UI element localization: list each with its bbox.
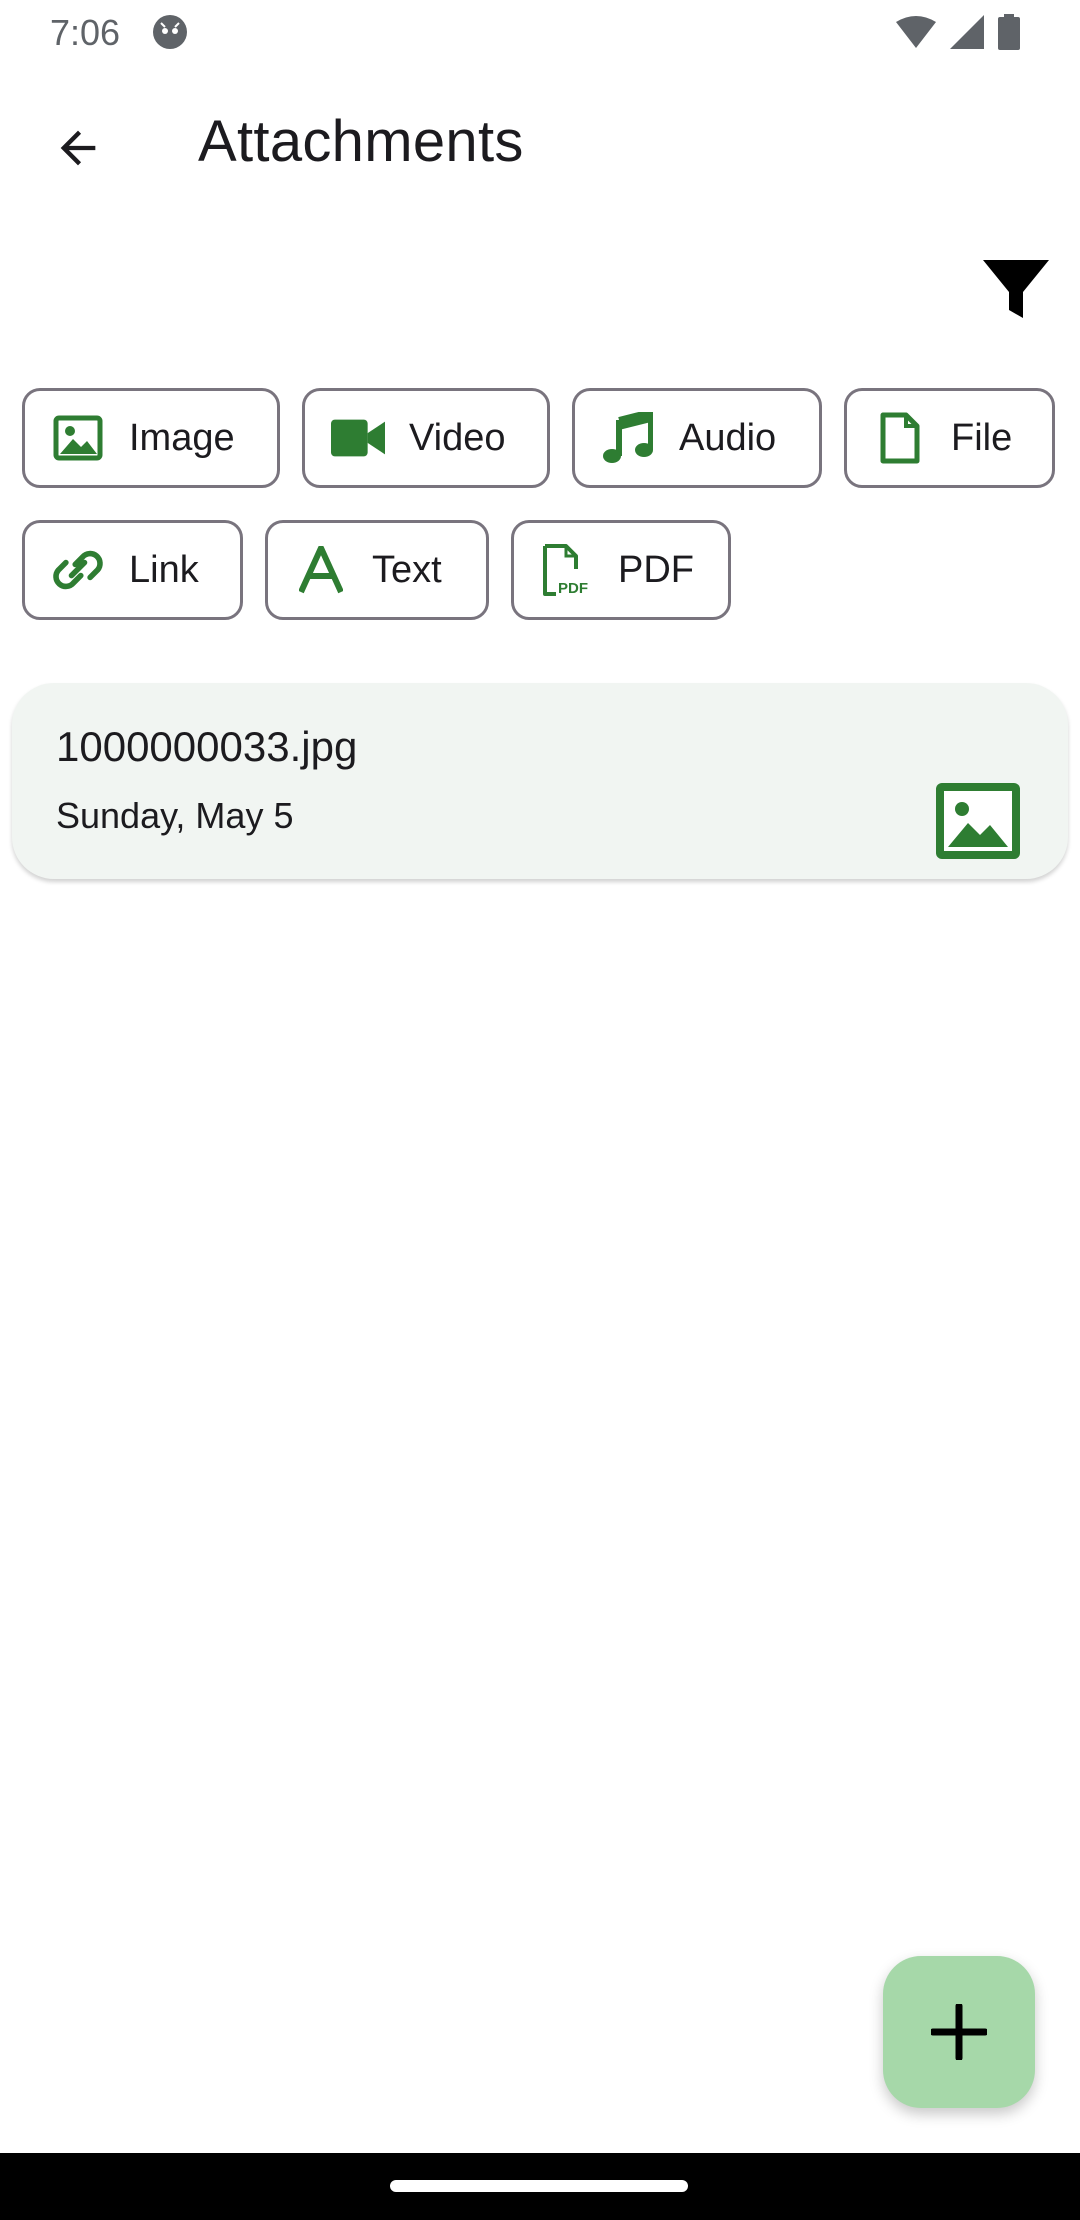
home-gesture-handle[interactable]	[390, 2180, 688, 2192]
attachment-card[interactable]: 1000000033.jpg Sunday, May 5	[12, 683, 1068, 879]
chip-pdf[interactable]: PDF PDF	[511, 520, 731, 620]
link-icon	[51, 543, 105, 597]
filter-icon	[983, 260, 1049, 318]
signal-icon	[950, 15, 984, 49]
pdf-icon: PDF	[540, 543, 594, 597]
file-icon	[873, 411, 927, 465]
chip-label: PDF	[618, 548, 694, 591]
page-title: Attachments	[198, 109, 524, 174]
chip-link[interactable]: Link	[22, 520, 243, 620]
video-icon	[331, 411, 385, 465]
status-time: 7:06	[50, 12, 121, 53]
add-icon	[931, 2004, 987, 2060]
chip-label: File	[951, 416, 1013, 459]
music-note-icon	[601, 411, 655, 465]
chip-label: Image	[129, 416, 235, 459]
chip-image[interactable]: Image	[22, 388, 280, 488]
back-button[interactable]	[40, 110, 116, 186]
image-icon	[51, 411, 105, 465]
app-notification-icon	[153, 15, 187, 49]
attachment-date: Sunday, May 5	[56, 795, 294, 836]
attachment-name: 1000000033.jpg	[56, 723, 358, 770]
status-icons	[896, 14, 1020, 50]
chip-label: Video	[409, 416, 506, 459]
attachments-screen: 7:06 Attachments Image Video Audio File …	[0, 0, 1080, 2220]
chip-label: Audio	[679, 416, 777, 459]
chip-label: Link	[129, 548, 199, 591]
filter-button[interactable]	[976, 250, 1056, 330]
chip-label: Text	[372, 548, 442, 591]
svg-text:PDF: PDF	[558, 580, 588, 597]
top-app-bar: Attachments	[0, 80, 1080, 200]
chip-file[interactable]: File	[844, 388, 1055, 488]
battery-icon	[998, 14, 1020, 50]
status-bar: 7:06	[0, 0, 1080, 64]
wifi-icon	[896, 16, 936, 48]
chip-text[interactable]: Text	[265, 520, 489, 620]
chip-audio[interactable]: Audio	[572, 388, 822, 488]
add-attachment-button[interactable]	[883, 1956, 1035, 2108]
chip-video[interactable]: Video	[302, 388, 550, 488]
image-icon	[936, 783, 1020, 859]
text-icon	[294, 543, 348, 597]
arrow-back-icon	[60, 130, 96, 166]
